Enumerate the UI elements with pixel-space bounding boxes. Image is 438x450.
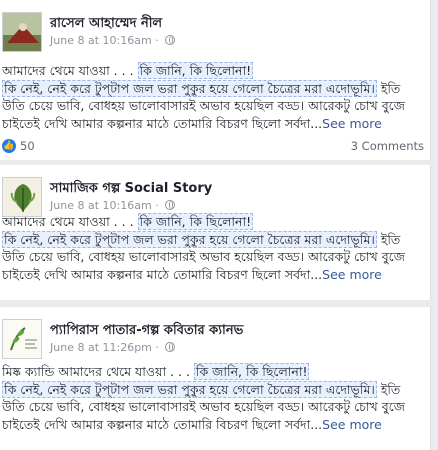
avatar[interactable]: [2, 177, 42, 217]
feed-post: সামাজিক গল্প Social Story June 8 at 10:1…: [0, 165, 431, 300]
avatar[interactable]: [2, 319, 42, 359]
globe-icon: [165, 35, 176, 45]
highlighted-text: কি নেই, নেই করে টুপ্‌টাপ জল ভরা পুকুর হয…: [2, 79, 377, 97]
avatar[interactable]: [2, 12, 42, 52]
globe-icon: [165, 342, 176, 352]
comment-count[interactable]: 3 Comments: [351, 139, 424, 153]
post-text: আমাদের থেমে যাওয়া . . . কি জানি, কি ছিল…: [2, 213, 430, 283]
post-text-line: উতি চেয়ে ভাবি, বোধহয় ভালোবাসারই অভাব হ…: [2, 399, 405, 414]
post-footer: 👍 50 3 Comments: [0, 138, 430, 154]
post-timestamp[interactable]: June 8 at 11:26pm: [50, 341, 152, 354]
post-text: আমাদের থেমে যাওয়া . . . কি জানি, কি ছিল…: [2, 62, 430, 132]
post-text-line: চাইতেই দেখি আমার কল্পনার মাঠে তোমারি বিচ…: [2, 416, 323, 432]
post-text-line: চাইতেই দেখি আমার কল্পনার মাঠে তোমারি বিচ…: [2, 266, 323, 282]
highlighted-text: কি নেই, নেই করে টুপ্‌টাপ জল ভরা পুকুর হয…: [2, 380, 377, 398]
post-text-line: ইতি: [376, 80, 401, 96]
post-text-line: চাইতেই দেখি আমার কল্পনার মাঠে তোমারি বিচ…: [2, 115, 323, 131]
post-text-prefix: আমাদের থেমে যাওয়া . . .: [2, 214, 138, 229]
see-more-link[interactable]: See more: [322, 417, 382, 432]
highlighted-text: কি জানি, কি ছিলোনা!: [137, 62, 254, 79]
post-text-line: উতি চেয়ে ভাবি, বোধহয় ভালোবাসারই অভাব হ…: [2, 249, 405, 264]
post-header: প্যাপিরাস পাতার-গল্প কবিতার ক্যানভ June …: [0, 319, 430, 359]
highlighted-text: কি জানি, কি ছিলোনা!: [193, 363, 310, 380]
highlighted-text: কি জানি, কি ছিলোনা!: [137, 213, 254, 230]
globe-icon: [165, 200, 176, 210]
post-header: রাসেল আহাম্মেদ নীল June 8 at 10:16am ·: [0, 12, 430, 52]
like-icon[interactable]: 👍: [2, 139, 16, 153]
post-text-prefix: আমাদের থেমে যাওয়া . . .: [2, 63, 138, 78]
post-timestamp[interactable]: June 8 at 10:16am: [50, 199, 152, 212]
post-text: মিষ্ক ক্যান্ডি আমাদের থেমে যাওয়া . . . …: [2, 363, 430, 433]
highlighted-text: কি নেই, নেই করে টুপ্‌টাপ জল ভরা পুকুর হয…: [2, 230, 377, 248]
post-text-line: ইতি: [376, 231, 401, 247]
post-text-prefix: মিষ্ক ক্যান্ডি আমাদের থেমে যাওয়া . . .: [2, 364, 194, 379]
post-timestamp[interactable]: June 8 at 10:16am: [50, 34, 152, 47]
post-text-line: উতি চেয়ে ভাবি, বোধহয় ভালোবাসারই অভাব হ…: [2, 98, 405, 113]
post-text-line: ইতি: [376, 381, 401, 397]
feed-post: রাসেল আহাম্মেদ নীল June 8 at 10:16am · আ…: [0, 0, 431, 160]
post-header: সামাজিক গল্প Social Story June 8 at 10:1…: [0, 177, 430, 217]
post-meta: June 8 at 10:16am ·: [50, 34, 176, 47]
post-meta: June 8 at 11:26pm ·: [50, 341, 176, 354]
news-feed: রাসেল আহাম্মেদ নীল June 8 at 10:16am · আ…: [0, 0, 438, 450]
see-more-link[interactable]: See more: [322, 116, 382, 131]
post-author[interactable]: প্যাপিরাস পাতার-গল্প কবিতার ক্যানভ: [50, 321, 243, 342]
feed-post: প্যাপিরাস পাতার-গল্প কবিতার ক্যানভ June …: [0, 307, 431, 450]
post-author[interactable]: রাসেল আহাম্মেদ নীল: [50, 14, 162, 35]
see-more-link[interactable]: See more: [322, 267, 382, 282]
post-meta: June 8 at 10:16am ·: [50, 199, 176, 212]
like-count[interactable]: 50: [20, 139, 35, 153]
post-author[interactable]: সামাজিক গল্প Social Story: [50, 179, 212, 200]
